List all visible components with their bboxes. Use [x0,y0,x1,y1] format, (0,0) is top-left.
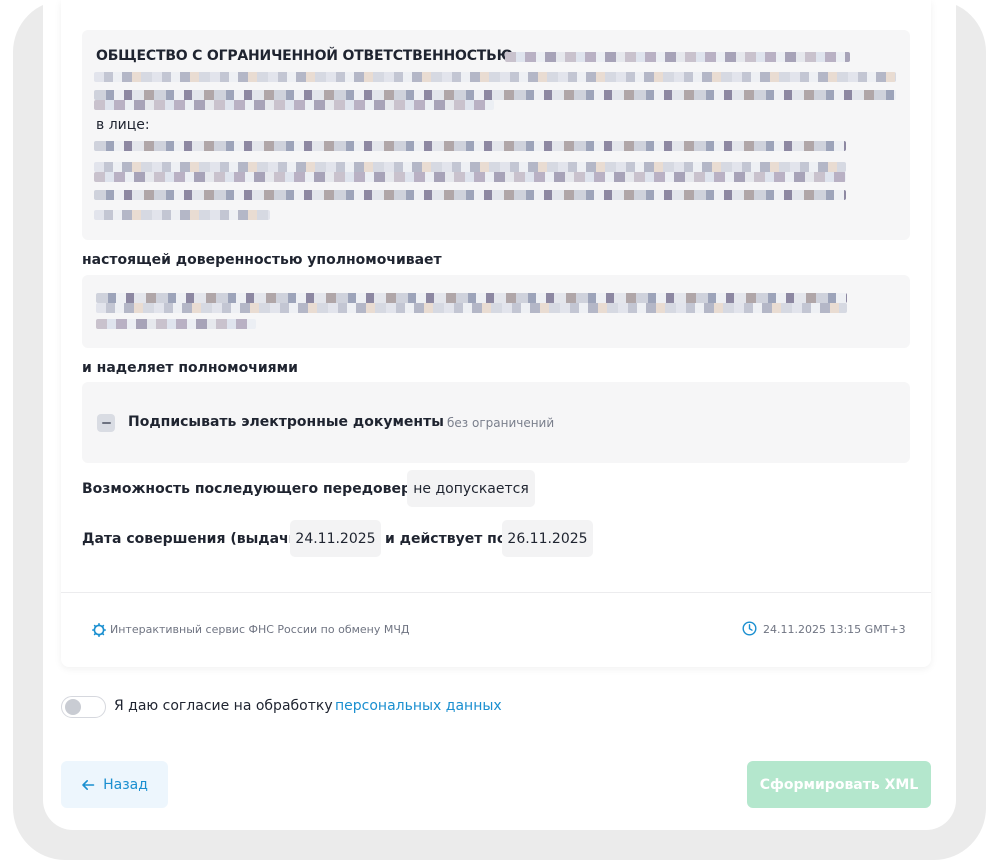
generated-timestamp: 24.11.2025 13:15 GMT+3 [763,623,906,636]
redacted-text [94,210,270,220]
redacted-text [94,72,896,82]
redacted-text [96,303,847,313]
redelegation-value: не допускается [407,470,535,507]
generate-xml-label: Сформировать XML [759,776,919,793]
principal-org-name: ОБЩЕСТВО С ОГРАНИЧЕННОЙ ОТВЕТСТВЕННОСТЬЮ [96,48,513,64]
footer-divider [61,592,931,593]
redacted-text [94,172,846,182]
authorizes-label: настоящей доверенностью уполномочивает [82,252,442,268]
consent-text: Я даю согласие на обработку [114,698,333,714]
gear-icon [92,622,106,637]
valid-until-label: и действует по [385,531,507,547]
represented-by-label: в лице: [96,117,150,133]
power-title: Подписывать электронные документы [128,414,444,430]
redacted-text [94,141,846,151]
redacted-text [96,293,847,303]
redacted-text [94,100,494,110]
redacted-text [505,52,850,62]
redacted-text [94,162,846,172]
redacted-text [96,319,256,329]
grants-powers-label: и наделяет полномочиями [82,360,298,376]
consent-toggle[interactable] [61,696,106,718]
redacted-text [94,190,846,200]
issue-date-value: 24.11.2025 [290,520,381,557]
redacted-text [94,90,896,100]
power-scope: без ограничений [447,416,555,430]
personal-data-link[interactable]: персональных данных [335,698,502,714]
valid-until-value: 26.11.2025 [502,520,593,557]
service-name: Интерактивный сервис ФНС России по обмен… [110,623,410,636]
toggle-knob [65,699,81,715]
back-button[interactable]: Назад [61,761,168,808]
issue-date-label: Дата совершения (выдачи) [82,531,305,547]
arrow-left-icon [82,779,95,790]
clock-icon [742,621,757,636]
minus-icon[interactable] [97,414,115,432]
redelegation-label: Возможность последующего передоверия [82,481,430,497]
back-button-label: Назад [103,776,148,793]
generate-xml-button[interactable]: Сформировать XML [747,761,931,808]
